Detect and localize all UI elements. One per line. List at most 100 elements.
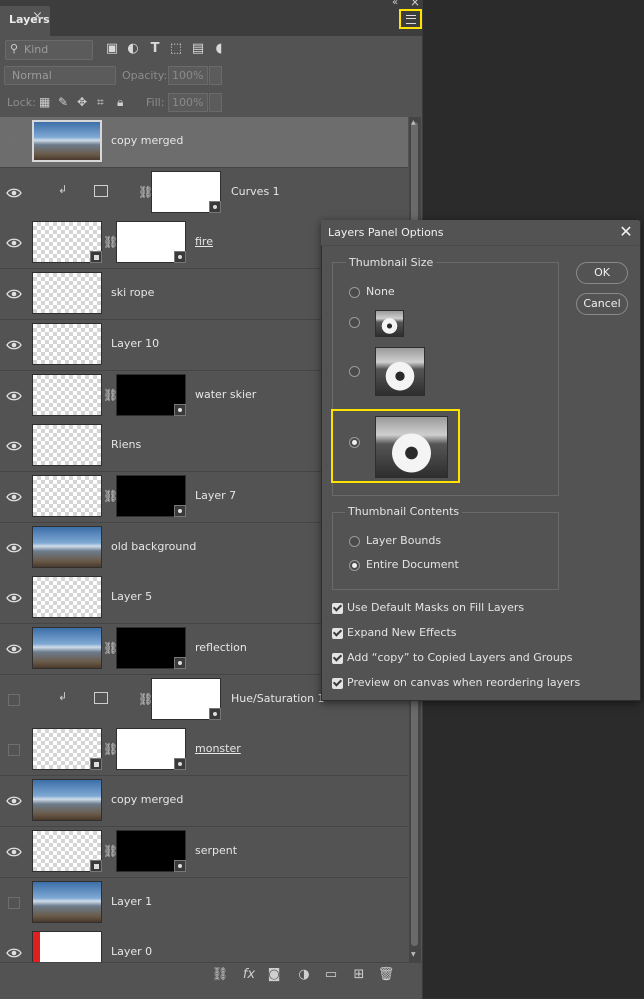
blend-mode-select[interactable]: Normal (4, 66, 116, 85)
thumbnail-medium-radio[interactable] (349, 366, 360, 377)
layer-thumbnail[interactable] (32, 526, 102, 568)
visibility-eye-icon[interactable] (6, 185, 22, 201)
layer-name[interactable]: reflection (195, 641, 247, 654)
layer-mask-thumbnail[interactable] (116, 475, 186, 517)
layer-thumbnail[interactable] (32, 221, 102, 263)
layer-thumbnail[interactable] (32, 272, 102, 314)
layer-thumbnail[interactable] (32, 323, 102, 365)
add-copy-checkbox[interactable] (332, 653, 343, 664)
visibility-eye-icon[interactable] (6, 438, 22, 454)
layer-row[interactable]: Layer 1 (0, 878, 408, 929)
layer-name[interactable]: copy merged (111, 134, 183, 147)
lock-all-icon[interactable]: 🔒︎ (117, 95, 123, 110)
preview-reorder-checkbox[interactable] (332, 678, 343, 689)
scroll-down-arrow-icon[interactable]: ▼ (411, 951, 416, 958)
layer-name[interactable]: monster (195, 742, 241, 755)
scroll-up-arrow-icon[interactable]: ▲ (411, 119, 416, 126)
layer-name[interactable]: water skier (195, 388, 256, 401)
layer-mask-thumbnail[interactable] (116, 830, 186, 872)
link-layers-icon[interactable]: ⛓ (211, 966, 229, 984)
fx-icon[interactable]: fx (240, 966, 258, 984)
visibility-eye-icon[interactable] (6, 844, 22, 860)
fill-dropdown[interactable] (209, 93, 222, 112)
opacity-dropdown[interactable] (209, 66, 222, 85)
visibility-toggle[interactable] (8, 694, 20, 706)
new-adjustment-layer-icon[interactable]: ◑ (295, 966, 313, 984)
visibility-eye-icon[interactable] (6, 337, 22, 353)
layer-mask-thumbnail[interactable] (116, 728, 186, 770)
layer-thumbnail[interactable] (32, 830, 102, 872)
layer-mask-thumbnail[interactable] (151, 678, 221, 720)
layer-row[interactable]: copy merged (0, 776, 408, 827)
layer-row[interactable]: ↲ ⛓ Curves 1 (0, 168, 408, 219)
layer-thumbnail[interactable] (32, 475, 102, 517)
lock-transparent-icon[interactable]: ▦ (39, 95, 50, 109)
fill-input[interactable]: 100% (168, 93, 208, 112)
add-mask-icon[interactable]: ◙ (265, 966, 283, 984)
visibility-toggle[interactable] (8, 136, 20, 148)
layer-mask-thumbnail[interactable] (116, 627, 186, 669)
layer-name[interactable]: Layer 0 (111, 945, 152, 958)
lock-position-icon[interactable]: ✥ (77, 95, 87, 109)
layer-mask-thumbnail[interactable] (151, 171, 221, 213)
cancel-button[interactable]: Cancel (576, 293, 628, 315)
lock-artboard-icon[interactable]: ⌗ (97, 95, 104, 110)
layer-thumbnail[interactable] (32, 779, 102, 821)
visibility-eye-icon[interactable] (6, 945, 22, 961)
layer-name[interactable]: ski rope (111, 286, 154, 299)
thumbnail-large-radio[interactable] (349, 437, 360, 448)
visibility-eye-icon[interactable] (6, 793, 22, 809)
layer-thumbnail[interactable] (32, 374, 102, 416)
filter-kind-select[interactable]: Kind (5, 40, 93, 60)
delete-layer-icon[interactable]: 🗑︎ (377, 966, 395, 984)
thumbnail-small-radio[interactable] (349, 317, 360, 328)
layer-name[interactable]: copy merged (111, 793, 183, 806)
new-layer-icon[interactable]: ⊞ (350, 966, 368, 984)
expand-effects-checkbox[interactable] (332, 628, 343, 639)
layer-name[interactable]: Curves 1 (231, 185, 280, 198)
layer-thumbnail[interactable] (32, 627, 102, 669)
dialog-close-icon[interactable]: ✕ (616, 222, 636, 242)
layer-thumbnail[interactable] (32, 728, 102, 770)
layer-name[interactable]: serpent (195, 844, 237, 857)
layer-mask-thumbnail[interactable] (116, 221, 186, 263)
filter-adjustment-icon[interactable]: ◐ (124, 40, 142, 58)
visibility-eye-icon[interactable] (6, 641, 22, 657)
collapse-panels-icon[interactable]: « (392, 0, 398, 8)
layer-thumbnail[interactable] (32, 881, 102, 923)
ok-button[interactable]: OK (576, 262, 628, 284)
thumbnail-none-radio[interactable] (349, 287, 360, 298)
layer-row[interactable]: copy merged (0, 117, 408, 168)
layer-row[interactable]: Layer 0 (0, 928, 408, 962)
layer-row[interactable]: ⛓ serpent (0, 827, 408, 878)
layer-name[interactable]: Layer 10 (111, 337, 159, 350)
visibility-eye-icon[interactable] (6, 235, 22, 251)
filter-shape-icon[interactable]: ⬚ (167, 40, 185, 58)
layer-thumbnail[interactable] (32, 424, 102, 466)
layer-thumbnail[interactable] (32, 931, 102, 962)
entire-document-radio[interactable] (349, 560, 360, 571)
visibility-eye-icon[interactable] (6, 286, 22, 302)
opacity-input[interactable]: 100% (168, 66, 208, 85)
layer-name[interactable]: Layer 7 (195, 489, 236, 502)
layer-name[interactable]: Riens (111, 438, 141, 451)
layer-name[interactable]: old background (111, 540, 196, 553)
layer-mask-thumbnail[interactable] (116, 374, 186, 416)
layer-thumbnail[interactable] (32, 120, 102, 162)
visibility-eye-icon[interactable] (6, 590, 22, 606)
layer-name[interactable]: Layer 1 (111, 895, 152, 908)
visibility-eye-icon[interactable] (6, 489, 22, 505)
layer-bounds-radio[interactable] (349, 536, 360, 547)
layer-row[interactable]: ⛓ monster (0, 725, 408, 776)
filter-pixel-icon[interactable]: ▣ (103, 40, 121, 58)
visibility-toggle[interactable] (8, 744, 20, 756)
visibility-toggle[interactable] (8, 897, 20, 909)
visibility-eye-icon[interactable] (6, 540, 22, 556)
tab-close-icon[interactable]: × (32, 9, 43, 24)
panel-close-icon[interactable]: × (410, 0, 420, 9)
new-group-icon[interactable]: ▭ (322, 966, 340, 984)
panel-menu-button[interactable] (399, 9, 422, 29)
visibility-eye-icon[interactable] (6, 388, 22, 404)
filter-toggle-icon[interactable]: ◖ (210, 40, 228, 58)
layer-thumbnail[interactable] (32, 576, 102, 618)
